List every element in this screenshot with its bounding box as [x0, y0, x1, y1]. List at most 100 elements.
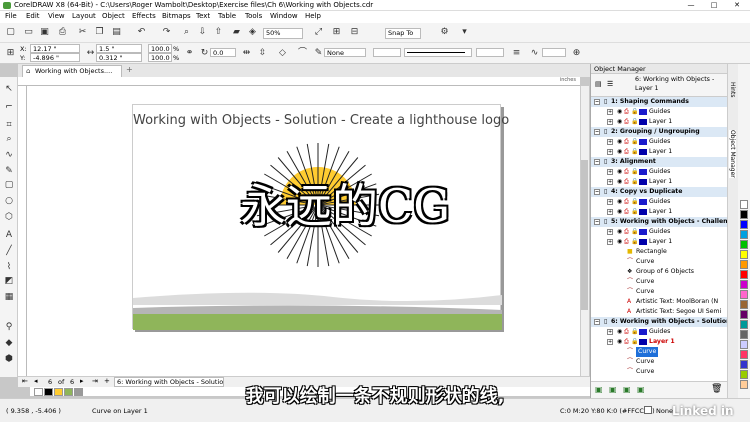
lock-icon[interactable]: 🔒: [631, 239, 638, 245]
lock-icon[interactable]: 🔒: [631, 209, 638, 215]
menu-effects[interactable]: Effects: [132, 12, 156, 20]
outline-width-select[interactable]: None: [324, 48, 366, 57]
drop-shadow-icon[interactable]: ◩: [3, 275, 15, 287]
crop-tool-icon[interactable]: ⌗: [3, 119, 15, 131]
printer-icon[interactable]: ⎙: [624, 149, 630, 155]
application-launcher-icon[interactable]: ▾: [458, 26, 471, 39]
object-row[interactable]: ⌒ Curve: [591, 347, 728, 357]
printer-icon[interactable]: ⎙: [624, 109, 630, 115]
printer-icon[interactable]: ⎙: [624, 239, 630, 245]
show-grid-icon[interactable]: ⊟: [348, 26, 361, 39]
layer-row[interactable]: + ◉ ⎙ 🔒 Layer 1: [591, 237, 728, 247]
palette-color-swatch[interactable]: [740, 370, 748, 379]
object-row[interactable]: A Artistic Text: MoolBoran (N: [591, 297, 728, 307]
printer-icon[interactable]: ⎙: [624, 139, 630, 145]
printer-icon[interactable]: ⎙: [624, 209, 630, 215]
open-folder-icon[interactable]: ▭: [22, 26, 35, 39]
palette-color-swatch[interactable]: [740, 350, 748, 359]
save-icon[interactable]: ▣: [38, 26, 51, 39]
layer-view-icon[interactable]: ☰: [607, 80, 613, 88]
lock-icon[interactable]: 🔒: [631, 149, 638, 155]
palette-color-swatch[interactable]: [740, 340, 748, 349]
layer-row[interactable]: + ◉ ⎙ 🔒 Guides: [591, 197, 728, 207]
object-row[interactable]: ■ Rectangle: [591, 247, 728, 257]
layer-row[interactable]: + ◉ ⎙ 🔒 Layer 1: [591, 117, 728, 127]
interactive-fill-icon[interactable]: ◆: [3, 337, 15, 349]
printer-icon[interactable]: ⎙: [624, 179, 630, 185]
show-rulers-icon[interactable]: ⊞: [330, 26, 343, 39]
layer-row[interactable]: + ◉ ⎙ 🔒 Guides: [591, 137, 728, 147]
page-row[interactable]: − ▯ 4: Copy vs Duplicate: [591, 187, 728, 197]
palette-color-swatch[interactable]: [740, 250, 748, 259]
collapse-icon[interactable]: −: [594, 99, 600, 105]
zoom-tool-icon[interactable]: ⌕: [3, 133, 15, 145]
height-field[interactable]: 0.312 ": [96, 53, 142, 62]
width-field[interactable]: 1.5 ": [96, 44, 142, 53]
palette-color-swatch[interactable]: [740, 220, 748, 229]
menu-layout[interactable]: Layout: [72, 12, 96, 20]
visibility-eye-icon[interactable]: ◉: [617, 179, 623, 185]
options-gear-icon[interactable]: ⚙: [438, 26, 451, 39]
printer-icon[interactable]: ⎙: [624, 339, 630, 345]
collapse-icon[interactable]: −: [594, 319, 600, 325]
expand-icon[interactable]: +: [607, 109, 613, 115]
cut-icon[interactable]: ✂: [76, 26, 89, 39]
mirror-vertical-icon[interactable]: ⇳: [256, 47, 269, 60]
scale-width-field[interactable]: 100.0: [148, 44, 172, 53]
collapse-icon[interactable]: −: [594, 189, 600, 195]
layer-row[interactable]: + ◉ ⎙ 🔒 Guides: [591, 227, 728, 237]
palette-color-swatch[interactable]: [740, 200, 748, 209]
wrap-text-icon[interactable]: ≡: [510, 47, 523, 60]
page-row[interactable]: − ▯ 3: Alignment: [591, 157, 728, 167]
object-manager-tab[interactable]: Object Manager: [729, 130, 736, 178]
menu-edit[interactable]: Edit: [26, 12, 40, 20]
palette-color-swatch[interactable]: [740, 300, 748, 309]
layer-row[interactable]: + ◉ ⎙ 🔒 Guides: [591, 327, 728, 337]
object-row[interactable]: ⌒ Curve: [591, 287, 728, 297]
line-style-select[interactable]: [404, 48, 472, 57]
more-options-icon[interactable]: ⊕: [570, 47, 583, 60]
connector-tool-icon[interactable]: ⌇: [3, 261, 15, 273]
object-row[interactable]: A Artistic Text: Segoe UI Semi: [591, 307, 728, 317]
printer-icon[interactable]: ⎙: [624, 229, 630, 235]
pick-tool-icon[interactable]: ↖: [3, 83, 15, 95]
palette-color-swatch[interactable]: [740, 230, 748, 239]
layer-row[interactable]: + ◉ ⎙ 🔒 Layer 1: [591, 337, 728, 347]
collapse-icon[interactable]: −: [594, 159, 600, 165]
shape-tool-icon[interactable]: ⌐: [3, 101, 15, 113]
lock-icon[interactable]: 🔒: [631, 339, 638, 345]
expand-icon[interactable]: +: [607, 329, 613, 335]
layer-row[interactable]: + ◉ ⎙ 🔒 Guides: [591, 107, 728, 117]
export-icon[interactable]: ⇧: [212, 26, 225, 39]
palette-color-swatch[interactable]: [740, 320, 748, 329]
visibility-eye-icon[interactable]: ◉: [617, 139, 623, 145]
lock-icon[interactable]: 🔒: [631, 179, 638, 185]
horizontal-ruler[interactable]: inches: [18, 77, 580, 86]
palette-color-swatch[interactable]: [740, 270, 748, 279]
smart-fill-icon[interactable]: ⬢: [3, 353, 15, 365]
menu-text[interactable]: Text: [196, 12, 210, 20]
minimize-button[interactable]: —: [680, 0, 702, 10]
scale-height-field[interactable]: 100.0: [148, 53, 172, 62]
palette-color-swatch[interactable]: [740, 310, 748, 319]
visibility-eye-icon[interactable]: ◉: [617, 109, 623, 115]
palette-color-swatch[interactable]: [740, 290, 748, 299]
palette-color-swatch[interactable]: [740, 240, 748, 249]
start-arrowhead-select[interactable]: [373, 48, 401, 57]
artistic-media-icon[interactable]: ✎: [3, 165, 15, 177]
add-tab-icon[interactable]: +: [126, 65, 133, 74]
pages-icon[interactable]: ▤: [595, 80, 602, 88]
menu-file[interactable]: File: [5, 12, 17, 20]
palette-color-swatch[interactable]: [740, 210, 748, 219]
rectangle-tool-icon[interactable]: ▢: [3, 179, 15, 191]
transparency-icon[interactable]: ▦: [3, 291, 15, 303]
smoothing-icon[interactable]: ∿: [528, 47, 541, 60]
x-position-field[interactable]: 12.17 ": [30, 44, 80, 53]
visibility-eye-icon[interactable]: ◉: [617, 339, 623, 345]
object-row[interactable]: ⌒ Curve: [591, 357, 728, 367]
paste-icon[interactable]: ▤: [110, 26, 123, 39]
lock-icon[interactable]: 🔒: [631, 199, 638, 205]
visibility-eye-icon[interactable]: ◉: [617, 119, 623, 125]
lock-icon[interactable]: 🔒: [631, 109, 638, 115]
maximize-button[interactable]: □: [703, 0, 725, 10]
